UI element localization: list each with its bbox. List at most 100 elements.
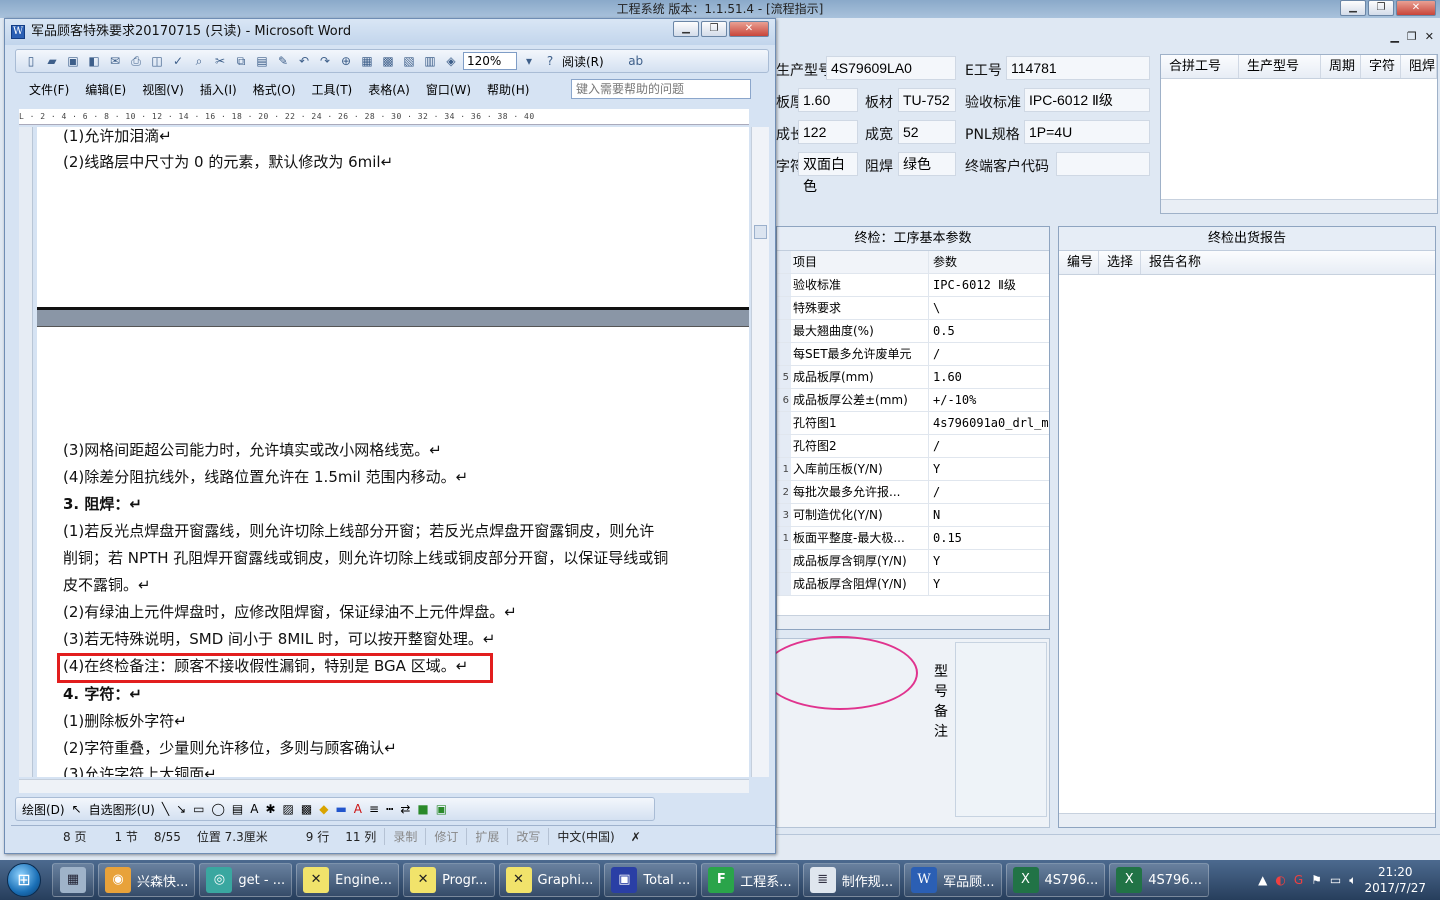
research-icon[interactable]: ⌕	[190, 53, 208, 69]
mask-field[interactable]: 绿色	[898, 152, 956, 176]
material-field[interactable]: TU-752	[898, 88, 956, 112]
print-icon[interactable]: ⎙	[127, 53, 145, 69]
dash-style-icon[interactable]: ┅	[386, 802, 393, 816]
param-value[interactable]: /	[929, 435, 1049, 457]
tables-borders-icon[interactable]: ▦	[358, 53, 376, 69]
rectangle-icon[interactable]: ▭	[193, 802, 204, 816]
param-value[interactable]: N	[929, 504, 1049, 526]
param-value[interactable]: /	[929, 481, 1049, 503]
tray-expand-icon[interactable]: ▲	[1258, 873, 1267, 887]
scroll-thumb[interactable]	[754, 225, 767, 239]
param-row[interactable]: 3 可制造优化(Y/N) N	[777, 504, 1049, 527]
vertical-scrollbar[interactable]	[751, 127, 769, 777]
param-row[interactable]: 1 板面平整度-最大极... 0.15	[777, 527, 1049, 550]
end-customer-field[interactable]	[1056, 152, 1150, 176]
save-icon[interactable]: ▣	[64, 53, 82, 69]
param-value[interactable]: \	[929, 297, 1049, 319]
horizontal-ruler[interactable]: L · 2 · 4 · 6 · 8 · 10 · 12 · 14 · 16 · …	[19, 109, 749, 125]
taskbar-item[interactable]: F 工程系...	[701, 863, 799, 897]
param-value[interactable]: Y	[929, 550, 1049, 572]
param-row[interactable]: 成品板厚含铜厚(Y/N) Y	[777, 550, 1049, 573]
start-button[interactable]: ⊞	[0, 860, 48, 900]
cut-icon[interactable]: ✂	[211, 53, 229, 69]
open-icon[interactable]: ▰	[43, 53, 61, 69]
columns-icon[interactable]: ▥	[421, 53, 439, 69]
draw-menu[interactable]: 绘图(D)	[22, 801, 65, 818]
param-row[interactable]: 成品板厚含阻焊(Y/N) Y	[777, 573, 1049, 596]
param-value-header[interactable]: 参数	[929, 251, 1049, 273]
drawing-icon[interactable]: ◈	[442, 53, 460, 69]
menu-tools[interactable]: 工具(T)	[312, 81, 353, 98]
param-value[interactable]: Y	[929, 573, 1049, 595]
arrow-style-icon[interactable]: ⇄	[400, 802, 410, 816]
word-app-icon[interactable]: W	[11, 25, 25, 39]
pnl-field[interactable]: 1P=4U	[1024, 120, 1150, 144]
param-row[interactable]: 2 每批次最多允许报... /	[777, 481, 1049, 504]
status-track[interactable]: 修订	[425, 828, 466, 845]
mdi-minimize-icon[interactable]: ▁	[1390, 30, 1398, 43]
menu-file[interactable]: 文件(F)	[29, 81, 69, 98]
mdi-close-icon[interactable]: ✕	[1425, 30, 1434, 43]
merge-col-header[interactable]: 生产型号	[1239, 55, 1321, 78]
g-app-icon[interactable]: G	[1294, 873, 1303, 887]
taskbar-item[interactable]: X 4S796...	[1109, 863, 1209, 897]
param-value[interactable]: 1.60	[929, 366, 1049, 388]
param-row[interactable]: 每SET最多允许废单元 /	[777, 343, 1049, 366]
param-row[interactable]: 验收标准 IPC-6012 Ⅱ级	[777, 274, 1049, 297]
thickness-field[interactable]: 1.60	[798, 88, 858, 112]
param-value[interactable]: +/-10%	[929, 389, 1049, 411]
select-objects-icon[interactable]: ↖	[72, 802, 82, 816]
taskbar-item[interactable]: ✕ Engine...	[296, 863, 400, 897]
param-value[interactable]: /	[929, 343, 1049, 365]
standard-field[interactable]: IPC-6012 Ⅱ级	[1024, 88, 1150, 112]
bottom-scroll-strip[interactable]	[776, 834, 1440, 860]
merge-col-header[interactable]: 合拼工号	[1161, 55, 1239, 78]
undo-icon[interactable]: ↶	[295, 53, 313, 69]
taskbar-item[interactable]: ✕ Graphi...	[498, 863, 601, 897]
textbox-icon[interactable]: ▤	[232, 802, 243, 816]
spelling-icon[interactable]: ✓	[169, 53, 187, 69]
document-area[interactable]: (1)允许加泪滴↵ (2)线路层中尺寸为 0 的元素，默认修改为 6mil↵ (…	[37, 127, 749, 777]
status-extend[interactable]: 扩展	[466, 828, 507, 845]
picture-icon[interactable]: ▩	[301, 802, 312, 816]
report-col-number[interactable]: 编号	[1059, 251, 1099, 274]
param-value[interactable]: 4s796091a0_drl_ma	[929, 412, 1049, 434]
new-doc-icon[interactable]: ▯	[22, 53, 40, 69]
font-color-icon[interactable]: A	[354, 802, 362, 816]
print-preview-icon[interactable]: ◫	[148, 53, 166, 69]
clipart-icon[interactable]: ▨	[283, 802, 294, 816]
vertical-ruler[interactable]	[19, 127, 33, 777]
param-item-header[interactable]: 项目	[791, 251, 929, 273]
merge-table[interactable]: 合拼工号 生产型号 周期 字符 阻焊	[1160, 54, 1438, 214]
taskbar-item[interactable]: ✕ Progr...	[403, 863, 495, 897]
calculator-pinned[interactable]: ▦	[52, 863, 94, 897]
merge-col-header[interactable]: 周期	[1321, 55, 1361, 78]
help-search-input[interactable]: 键入需要帮助的问题	[571, 79, 751, 99]
insert-excel-icon[interactable]: ▧	[400, 53, 418, 69]
paste-icon[interactable]: ▤	[253, 53, 271, 69]
menu-format[interactable]: 格式(O)	[253, 81, 296, 98]
oval-icon[interactable]: ◯	[211, 802, 224, 816]
word-maximize-button[interactable]: ❐	[701, 21, 727, 37]
autoshapes-menu[interactable]: 自选图形(U)	[89, 801, 155, 818]
taskbar-item[interactable]: ◎ get - ...	[199, 863, 293, 897]
read-button[interactable]: 阅读(R)	[562, 53, 604, 70]
minimize-button[interactable]: ▁	[1340, 0, 1366, 16]
email-icon[interactable]: ✉	[106, 53, 124, 69]
menu-help[interactable]: 帮助(H)	[487, 81, 529, 98]
spelling-status-icon[interactable]: ✗	[623, 830, 649, 844]
merge-col-header[interactable]: 阻焊	[1401, 55, 1437, 78]
param-value[interactable]: 0.5	[929, 320, 1049, 342]
taskbar-item[interactable]: ▣ Total ...	[604, 863, 698, 897]
network-app-icon[interactable]: ◐	[1275, 873, 1285, 887]
volume-icon[interactable]: 🔈︎	[1349, 873, 1356, 888]
insert-table-icon[interactable]: ▩	[379, 53, 397, 69]
param-value[interactable]: 0.15	[929, 527, 1049, 549]
menu-view[interactable]: 视图(V)	[142, 81, 184, 98]
param-row[interactable]: 5 成品板厚(mm) 1.60	[777, 366, 1049, 389]
report-col-name[interactable]: 报告名称	[1141, 251, 1261, 274]
taskbar-item-active[interactable]: W 军品顾...	[904, 863, 1002, 897]
length-field[interactable]: 122	[798, 120, 858, 144]
arrow-icon[interactable]: ↘	[176, 802, 186, 816]
line-color-icon[interactable]: ▬	[335, 802, 346, 816]
